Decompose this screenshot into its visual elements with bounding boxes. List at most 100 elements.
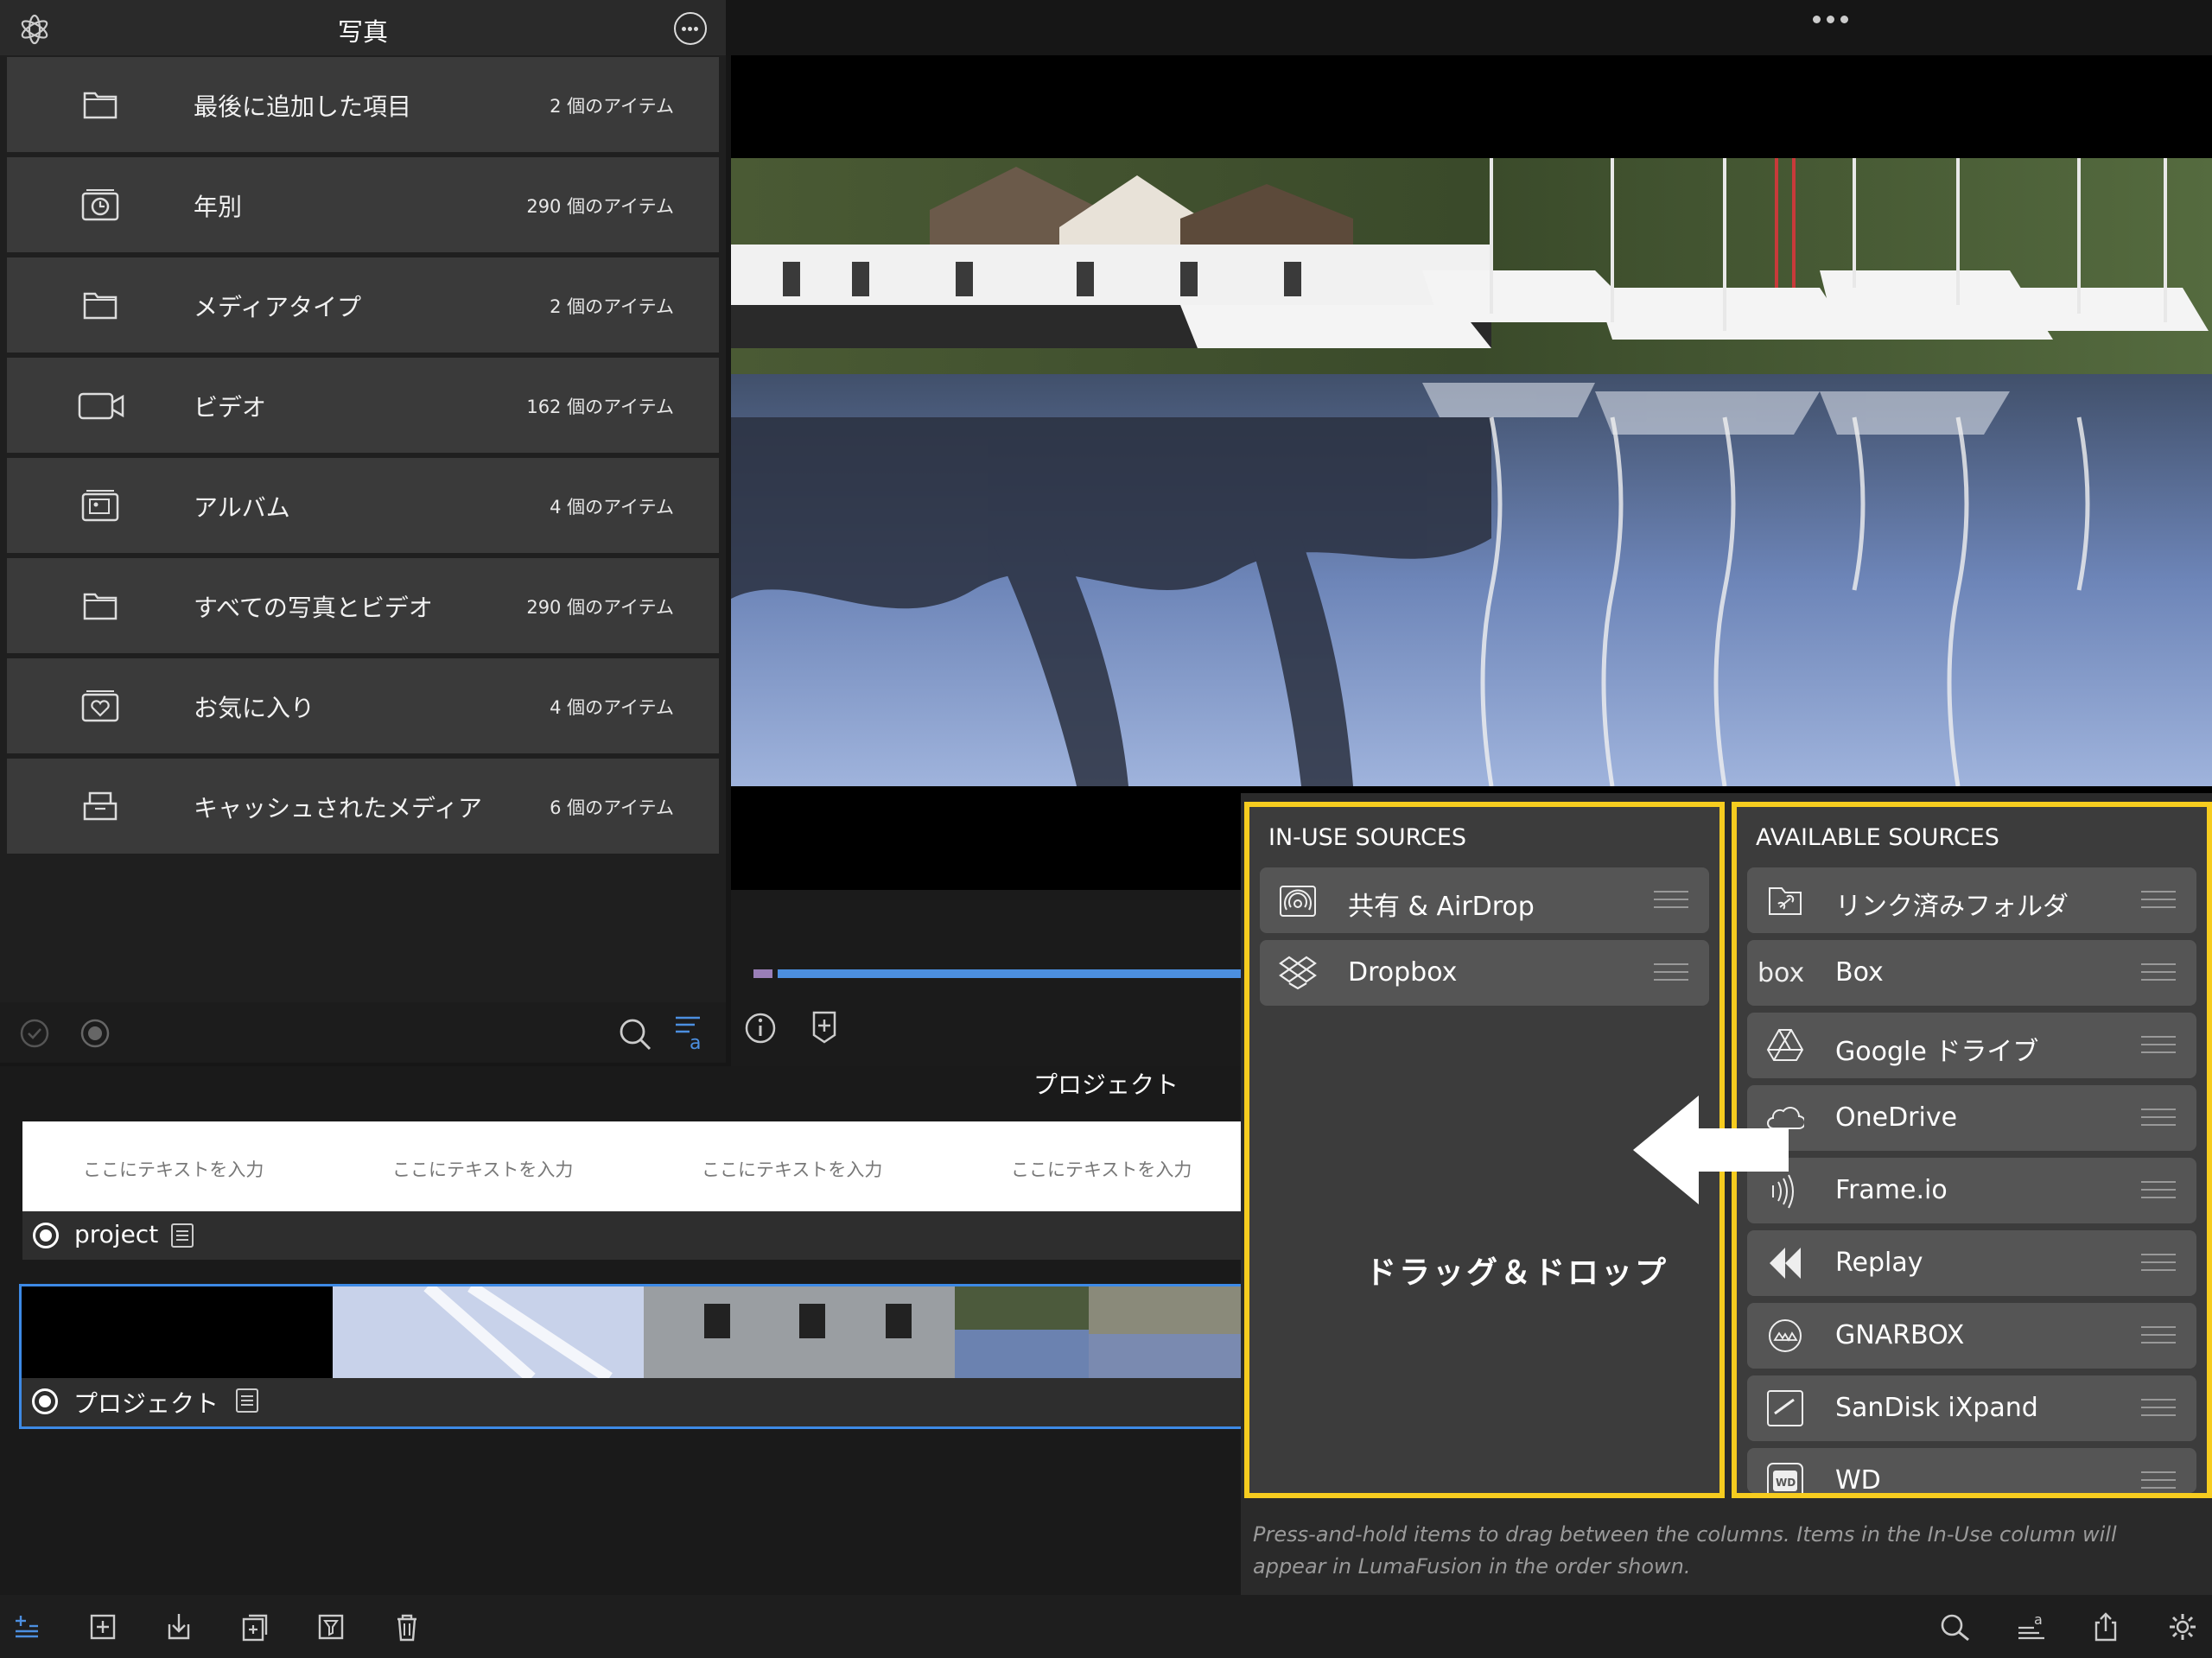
source-airdrop[interactable]: 共有 & AirDrop xyxy=(1260,867,1709,933)
library-row-video[interactable]: ビデオ 162 個のアイテム xyxy=(7,358,719,453)
drag-handle-icon[interactable] xyxy=(2141,1471,2176,1490)
add-marker-icon[interactable] xyxy=(809,1009,840,1044)
source-label: Box xyxy=(1835,957,1884,988)
drag-handle-icon[interactable] xyxy=(2141,1036,2176,1055)
library-row-count: 4 個のアイテム xyxy=(550,497,674,518)
source-label: OneDrive xyxy=(1835,1102,1958,1133)
video-camera-icon xyxy=(78,392,124,420)
source-label: WD xyxy=(1835,1465,1881,1493)
library-row-count: 6 個のアイテム xyxy=(550,797,674,818)
drag-handle-icon[interactable] xyxy=(1654,891,1688,910)
sort-by-name-icon[interactable]: a xyxy=(674,1013,709,1052)
share-icon[interactable] xyxy=(2093,1612,2119,1642)
drag-arrow-icon xyxy=(1633,1096,1789,1204)
import-icon[interactable] xyxy=(166,1612,192,1642)
source-box[interactable]: box Box xyxy=(1747,940,2196,1006)
library-row-label: キャッシュされたメディア xyxy=(194,794,483,823)
drag-handle-icon[interactable] xyxy=(2141,963,2176,982)
note-icon[interactable] xyxy=(171,1223,194,1248)
title-placeholder: ここにテキストを入力 xyxy=(702,1159,883,1180)
title-clip[interactable]: ここにテキストを入力 ここにテキストを入力 ここにテキストを入力 ここにテキスト… xyxy=(22,1121,1244,1211)
drag-handle-icon[interactable] xyxy=(1654,963,1688,982)
source-wd[interactable]: WD WD xyxy=(1747,1448,2196,1493)
airdrop-folder-icon xyxy=(1280,886,1316,917)
svg-text:WD: WD xyxy=(1776,1477,1796,1489)
track-project[interactable]: project xyxy=(22,1211,1244,1260)
timeline-title: プロジェクト xyxy=(1033,1070,1179,1099)
duplicate-icon[interactable] xyxy=(242,1612,268,1642)
cache-icon xyxy=(83,791,118,821)
settings-gear-icon[interactable] xyxy=(2167,1612,2198,1642)
source-label: Frame.io xyxy=(1835,1175,1948,1205)
gnarbox-icon xyxy=(1769,1319,1802,1352)
more-options-icon[interactable] xyxy=(674,12,707,45)
library-row-label: メディアタイプ xyxy=(194,293,362,321)
library-row-album[interactable]: アルバム 4 個のアイテム xyxy=(7,458,719,553)
library-row-recent[interactable]: 最後に追加した項目 2 個のアイテム xyxy=(7,57,719,152)
sort-icon[interactable]: a xyxy=(2017,1612,2050,1642)
drag-handle-icon[interactable] xyxy=(2141,1254,2176,1273)
filter-icon[interactable] xyxy=(318,1612,344,1642)
track-selected-project[interactable]: プロジェクト xyxy=(19,1284,1247,1429)
media-library-panel: 写真 最後に追加した項目 2 個のアイテム 年別 290 個のアイテム メディア… xyxy=(0,0,726,1063)
replay-icon xyxy=(1770,1248,1801,1279)
add-project-icon[interactable] xyxy=(90,1612,116,1642)
library-row-favorites[interactable]: お気に入り 4 個のアイテム xyxy=(7,658,719,753)
library-row-count: 290 個のアイテム xyxy=(526,597,674,618)
library-row-label: 最後に追加した項目 xyxy=(194,92,412,121)
drag-handle-icon[interactable] xyxy=(2141,1181,2176,1200)
folder-icon xyxy=(83,92,118,119)
drag-handle-icon[interactable] xyxy=(2141,891,2176,910)
library-row-by-year[interactable]: 年別 290 個のアイテム xyxy=(7,157,719,252)
info-icon[interactable] xyxy=(743,1011,778,1045)
title-placeholder: ここにテキストを入力 xyxy=(1011,1159,1192,1180)
source-google-drive[interactable]: Google ドライブ xyxy=(1747,1013,2196,1078)
library-row-label: お気に入り xyxy=(194,694,315,722)
library-row-media-type[interactable]: メディアタイプ 2 個のアイテム xyxy=(7,257,719,353)
source-label: Dropbox xyxy=(1348,957,1458,988)
track-select-radio[interactable] xyxy=(33,1223,59,1248)
source-label: Replay xyxy=(1835,1248,1923,1278)
record-icon[interactable] xyxy=(79,1018,111,1049)
new-project-icon[interactable] xyxy=(14,1612,40,1642)
track-name: project xyxy=(74,1220,159,1248)
viewer-frame-marina-image xyxy=(731,158,2212,786)
top-bar xyxy=(726,0,2212,55)
source-replay[interactable]: Replay xyxy=(1747,1230,2196,1296)
drag-and-drop-annotation: ドラッグ＆ドロップ xyxy=(1365,1255,1669,1291)
scrubber-in-marker[interactable] xyxy=(753,969,772,978)
drag-handle-icon[interactable] xyxy=(2141,1399,2176,1418)
library-row-cached[interactable]: キャッシュされたメディア 6 個のアイテム xyxy=(7,759,719,854)
library-row-count: 4 個のアイテム xyxy=(550,697,674,718)
library-header: 写真 xyxy=(0,0,726,55)
search-icon[interactable] xyxy=(1939,1612,1972,1642)
source-label: SanDisk iXpand xyxy=(1835,1393,2038,1423)
source-frameio[interactable]: Frame.io xyxy=(1747,1158,2196,1223)
library-row-all[interactable]: すべての写真とビデオ 290 個のアイテム xyxy=(7,558,719,653)
drag-handle-icon[interactable] xyxy=(2141,1326,2176,1345)
source-linked-folder[interactable]: リンク済みフォルダ xyxy=(1747,867,2196,933)
source-sandisk[interactable]: SanDisk iXpand xyxy=(1747,1375,2196,1441)
trash-icon[interactable] xyxy=(394,1612,420,1642)
source-label: Google ドライブ xyxy=(1835,1037,2039,1067)
bottom-toolbar: a xyxy=(0,1595,2212,1658)
clip-thumbnails xyxy=(22,1286,1247,1378)
note-icon[interactable] xyxy=(236,1388,258,1413)
library-row-count: 290 個のアイテム xyxy=(526,196,674,217)
track-select-radio[interactable] xyxy=(32,1388,58,1414)
search-icon[interactable] xyxy=(617,1016,653,1052)
dropbox-icon xyxy=(1279,956,1317,990)
source-dropbox[interactable]: Dropbox xyxy=(1260,940,1709,1006)
title-placeholder: ここにテキストを入力 xyxy=(392,1159,574,1180)
library-row-label: すべての写真とビデオ xyxy=(194,594,433,622)
available-sources-column: AVAILABLE SOURCES リンク済みフォルダ box Box Goog… xyxy=(1732,802,2212,1498)
source-onedrive[interactable]: OneDrive xyxy=(1747,1085,2196,1151)
library-row-count: 162 個のアイテム xyxy=(526,397,674,417)
clock-folder-icon xyxy=(81,189,119,221)
drag-handle-icon[interactable] xyxy=(2141,1109,2176,1128)
available-sources-title: AVAILABLE SOURCES xyxy=(1756,824,1999,851)
select-check-icon[interactable] xyxy=(19,1018,50,1049)
library-row-label: ビデオ xyxy=(194,393,267,422)
source-gnarbox[interactable]: GNARBOX xyxy=(1747,1303,2196,1369)
multitask-handle-icon[interactable] xyxy=(1813,16,1851,24)
